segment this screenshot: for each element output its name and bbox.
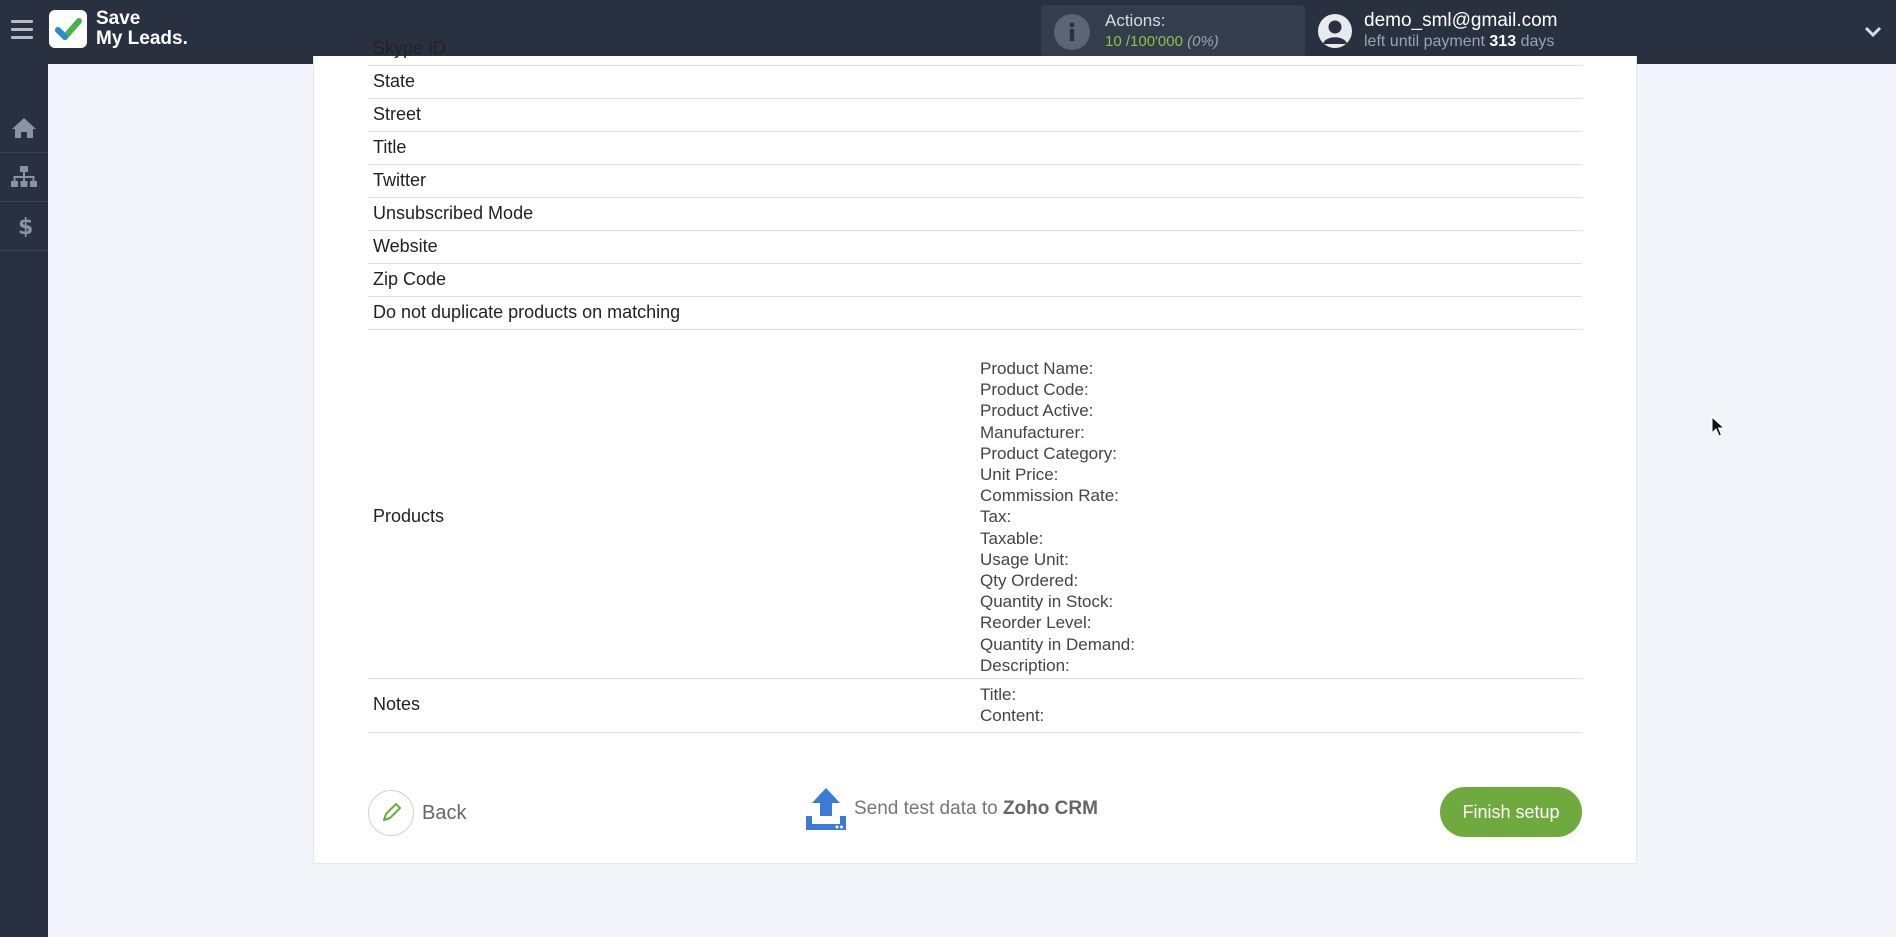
user-email[interactable]: demo_sml@gmail.com — [1364, 10, 1558, 32]
send-target: Zoho CRM — [1002, 798, 1098, 819]
row-key: Title — [373, 137, 407, 157]
table-row-products: Products Product Name: Product Code: Produ… — [368, 348, 1582, 679]
row-key: Skype ID — [373, 38, 447, 58]
back-label: Back — [422, 802, 467, 824]
field-mapping-card: Skype ID State Street Title Twitter Unsubscri… — [313, 38, 1637, 864]
row-key: State — [373, 71, 416, 91]
row-key: Twitter — [373, 170, 427, 190]
pencil-icon — [368, 790, 414, 836]
product-field-label: Description: — [980, 655, 1070, 675]
product-field-label: Product Category: — [980, 443, 1118, 463]
logo-icon[interactable] — [49, 10, 87, 48]
product-field-label: Product Active: — [980, 401, 1094, 421]
row-key: Street — [373, 104, 422, 124]
product-field-label: Tax: — [980, 507, 1012, 527]
table-row-notes: Notes Title: Content: — [368, 678, 1582, 733]
hamburger-menu-icon[interactable] — [11, 20, 33, 44]
send-test-data-button[interactable]: Send test data to Zoho CRM — [804, 786, 1124, 834]
product-field-label: Taxable: — [980, 528, 1044, 548]
notes-values: Title: Content: — [980, 684, 1044, 726]
finish-setup-button[interactable]: Finish setup — [1440, 787, 1582, 837]
logo-text[interactable]: Save My Leads. — [96, 9, 188, 49]
send-prefix: Send test data to — [854, 798, 998, 819]
note-field-label: Content: — [980, 706, 1045, 726]
product-field-label: Manufacturer: — [980, 422, 1085, 442]
sidebar-item-home[interactable] — [0, 104, 48, 153]
table-row: Website — [368, 230, 1582, 264]
table-row: State — [368, 65, 1582, 99]
dollar-icon: $ — [18, 215, 33, 237]
row-key: Unsubscribed Mode — [373, 203, 534, 223]
row-key: Website — [373, 236, 438, 256]
row-key: Do not duplicate products on matching — [373, 302, 681, 322]
row-key: Notes — [373, 694, 421, 714]
actions-label: Actions: — [1105, 11, 1166, 30]
row-key: Products — [373, 506, 445, 526]
product-field-label: Product Code: — [980, 380, 1089, 400]
product-field-label: Quantity in Stock: — [980, 592, 1114, 612]
table-row: Do not duplicate products on matching — [368, 296, 1582, 330]
table-row: Street — [368, 98, 1582, 132]
row-key: Zip Code — [373, 269, 447, 289]
product-field-label: Product Name: — [980, 359, 1094, 378]
product-field-label: Qty Ordered: — [980, 571, 1079, 591]
table-row: Twitter — [368, 164, 1582, 198]
product-field-label: Quantity in Demand: — [980, 634, 1135, 654]
upload-icon — [806, 788, 846, 830]
table-row: Unsubscribed Mode — [368, 197, 1582, 231]
products-values: Product Name: Product Code: Product Active… — [980, 358, 1135, 676]
table-row: Zip Code — [368, 263, 1582, 297]
home-icon — [12, 118, 36, 138]
table-row: Skype ID — [368, 32, 1582, 66]
sidebar-item-connections[interactable] — [0, 153, 48, 202]
sidebar: $ — [0, 64, 48, 937]
send-test-label: Send test data to Zoho CRM — [854, 798, 1098, 820]
mouse-cursor-icon — [1711, 416, 1725, 437]
chevron-down-icon[interactable] — [1864, 22, 1882, 40]
product-field-label: Unit Price: — [980, 465, 1059, 485]
logo-line-1: Save — [96, 8, 141, 29]
product-field-label: Usage Unit: — [980, 549, 1069, 569]
table-row: Title — [368, 131, 1582, 165]
product-field-label: Reorder Level: — [980, 613, 1092, 633]
sitemap-icon — [11, 166, 37, 187]
logo-line-2: My Leads. — [96, 28, 188, 49]
product-field-label: Commission Rate: — [980, 486, 1119, 506]
sidebar-item-billing[interactable]: $ — [0, 202, 48, 251]
note-field-label: Title: — [980, 685, 1017, 704]
svg-text:$: $ — [18, 215, 33, 237]
